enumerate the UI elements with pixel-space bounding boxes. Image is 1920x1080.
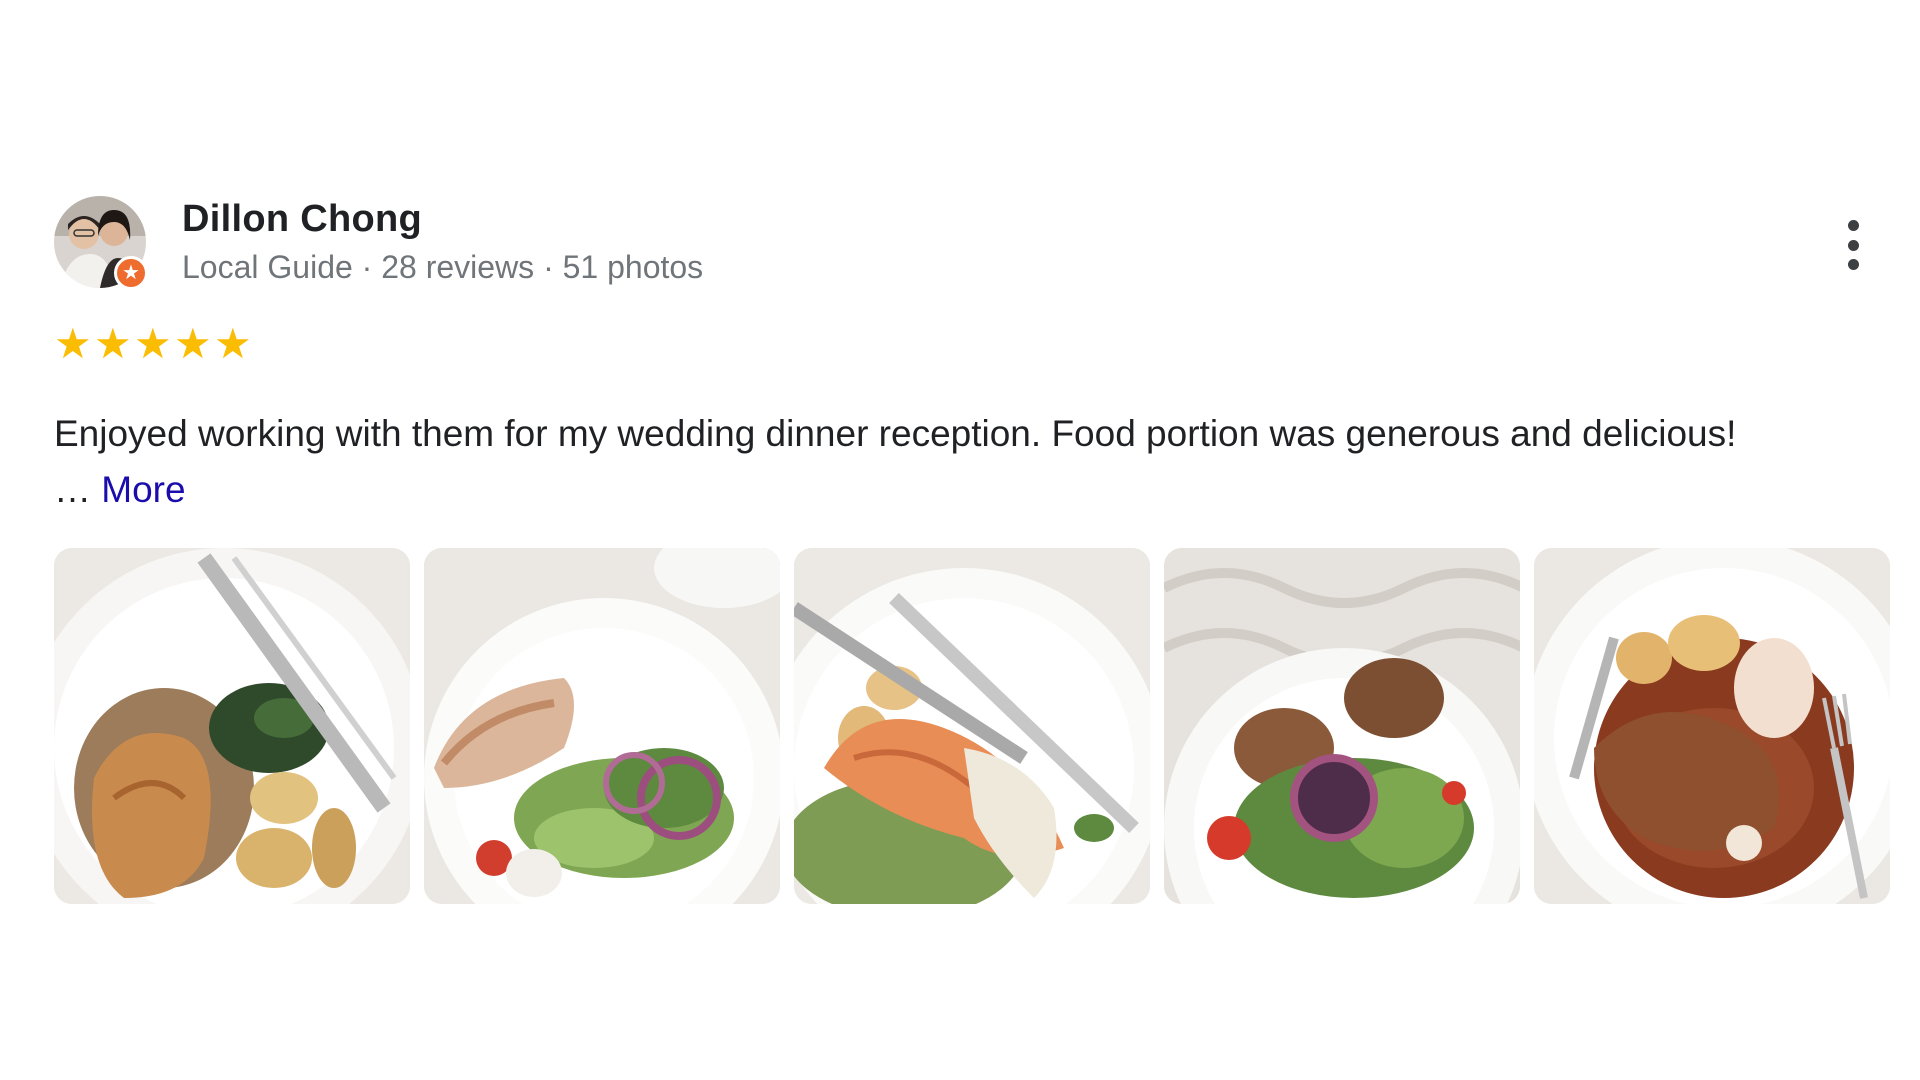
photo-turkey-with-salad[interactable] (424, 548, 780, 904)
review-text: Enjoyed working with them for my wedding… (54, 406, 1894, 518)
photo-chicken-with-spinach-and-potatoes[interactable] (54, 548, 410, 904)
star-rating: ★ ★ ★ ★ ★ (54, 322, 1894, 366)
more-options-button[interactable] (1842, 220, 1864, 270)
local-guide-star-icon: ★ (114, 256, 148, 290)
photo-salmon-image (794, 548, 1150, 904)
photo-lamb-image (1534, 548, 1890, 904)
photo-chicken-image (54, 548, 410, 904)
more-vert-icon-dot (1847, 239, 1859, 251)
photo-croquettes-with-salad[interactable] (1164, 548, 1520, 904)
author-name[interactable]: Dillon Chong (182, 196, 703, 242)
photo-strip (54, 548, 1894, 904)
more-vert-icon-dot (1847, 259, 1859, 270)
photo-braised-lamb-shank[interactable] (1534, 548, 1890, 904)
star-icon: ★ (94, 320, 132, 367)
author-info: Dillon Chong Local Guide · 28 reviews · … (182, 196, 703, 290)
star-icon: ★ (134, 320, 172, 367)
ellipsis: … (54, 469, 102, 510)
review-more-line: … More (54, 462, 1894, 518)
more-vert-icon (1847, 220, 1859, 231)
star-icon: ★ (54, 320, 92, 367)
star-icon: ★ (174, 320, 212, 367)
photo-turkey-image (424, 548, 780, 904)
more-link[interactable]: More (101, 469, 185, 510)
review-header: ★ Dillon Chong Local Guide · 28 reviews … (54, 196, 1894, 292)
review-body: Enjoyed working with them for my wedding… (54, 413, 1737, 454)
author-meta: Local Guide · 28 reviews · 51 photos (182, 249, 704, 285)
star-icon: ★ (214, 320, 252, 367)
review-card: ★ Dillon Chong Local Guide · 28 reviews … (54, 196, 1894, 904)
avatar[interactable]: ★ (54, 196, 148, 290)
photo-salmon-with-cream-sauce[interactable] (794, 548, 1150, 904)
photo-croquettes-image (1164, 548, 1520, 904)
